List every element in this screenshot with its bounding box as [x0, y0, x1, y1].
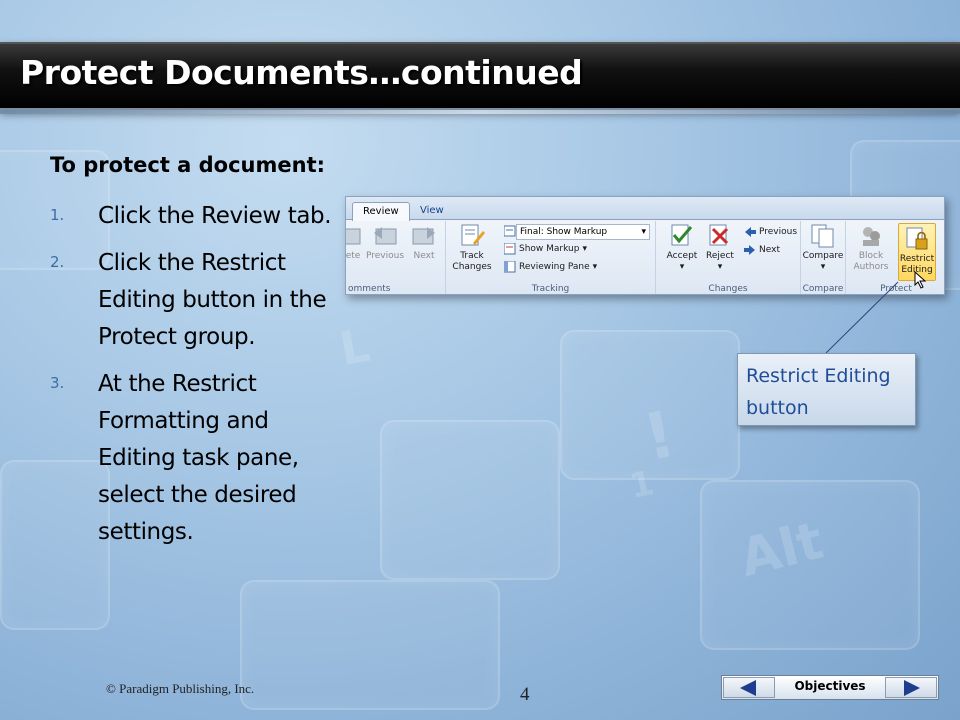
group-label-comments: omments	[348, 284, 391, 294]
step-text: Click the Review tab.	[98, 203, 332, 229]
accept-icon	[669, 223, 695, 249]
delete-comment-label: ete	[345, 251, 361, 261]
restrict-editing-content: Restrict Editing	[895, 226, 939, 276]
reject-icon	[707, 223, 733, 249]
display-for-review-value: Final: Show Markup	[520, 227, 608, 237]
display-for-review-select[interactable]: Final: Show Markup ▾	[516, 224, 650, 240]
compare-button[interactable]: Compare ▾	[801, 223, 845, 273]
step-text: At the Restrict Formatting and Editing t…	[98, 371, 299, 545]
previous-slide-button[interactable]	[723, 677, 775, 698]
reviewing-pane-button[interactable]: Reviewing Pane ▾	[503, 259, 598, 275]
accept-label: Accept	[666, 251, 698, 261]
block-authors-icon	[858, 223, 884, 249]
next-change-label: Next	[759, 245, 780, 255]
chevron-down-icon: ▾	[582, 244, 588, 254]
steps-list: 1. Click the Review tab. 2. Click the Re…	[50, 198, 350, 561]
step-number: 3.	[50, 374, 65, 392]
previous-comment-button[interactable]: Previous	[363, 223, 407, 262]
ribbon-group-changes: Accept ▾ Reject ▾ Previous Next Changes	[656, 221, 801, 294]
ribbon-tab-strip: Review View	[346, 197, 944, 221]
ribbon-group-comments: ete Previous Next omments	[345, 221, 446, 294]
section-heading: To protect a document:	[50, 153, 326, 177]
next-change-button[interactable]: Next	[744, 242, 780, 258]
next-comment-icon	[411, 223, 437, 249]
previous-change-button[interactable]: Previous	[744, 224, 797, 240]
chevron-down-icon: ▾	[641, 227, 646, 237]
group-label-protect: Protect	[880, 284, 912, 294]
group-label-changes: Changes	[708, 284, 748, 294]
lock-icon	[904, 226, 930, 252]
arrow-right-icon	[904, 680, 920, 696]
ribbon-group-compare: Compare ▾ Compare	[801, 221, 846, 294]
track-changes-icon	[459, 223, 485, 249]
slide-navigation: Objectives	[721, 675, 939, 700]
group-label-tracking: Tracking	[531, 284, 570, 294]
mouse-cursor-icon	[914, 271, 927, 289]
show-markup-label: Show Markup	[519, 244, 580, 254]
next-comment-button[interactable]: Next	[402, 223, 446, 262]
slide: ! Alt 1 L Protect Documents…continued To…	[0, 0, 960, 720]
chevron-down-icon: ▾	[592, 262, 598, 272]
show-markup-icon	[503, 242, 516, 255]
title-bar: Protect Documents…continued	[0, 42, 960, 114]
objectives-button[interactable]: Objectives	[778, 677, 882, 698]
show-markup-button[interactable]: Show Markup ▾	[503, 241, 588, 257]
callout-restrict-editing: Restrict Editing button	[737, 353, 916, 426]
track-changes-button[interactable]: Track Changes	[450, 223, 494, 273]
page-number: 4	[520, 684, 530, 705]
track-changes-label: Track Changes	[452, 251, 492, 272]
next-comment-label: Next	[413, 251, 435, 261]
group-label-compare: Compare	[802, 284, 844, 294]
reject-button[interactable]: Reject ▾	[698, 223, 742, 273]
markup-icon-button[interactable]	[503, 223, 516, 239]
reviewing-pane-label: Reviewing Pane	[519, 262, 590, 272]
chevron-down-icon: ▾	[820, 262, 826, 272]
tab-review[interactable]: Review	[352, 202, 410, 221]
copyright-text: © Paradigm Publishing, Inc.	[106, 681, 255, 696]
markup-icon	[503, 225, 516, 237]
step-number: 1.	[50, 206, 65, 224]
next-change-icon	[744, 244, 756, 256]
reviewing-pane-icon	[503, 260, 516, 273]
compare-label: Compare	[802, 251, 844, 261]
reject-label: Reject	[706, 251, 734, 261]
slide-title: Protect Documents…continued	[20, 53, 583, 92]
previous-change-icon	[744, 226, 756, 238]
list-item: 3. At the Restrict Formatting and Editin…	[50, 366, 350, 551]
ribbon-screenshot: Review View ete Previous Next omments Tr…	[345, 196, 945, 295]
tab-view[interactable]: View	[410, 202, 454, 221]
block-authors-label: Block Authors	[853, 251, 889, 272]
list-item: 1. Click the Review tab.	[50, 198, 350, 235]
list-item: 2. Click the Restrict Editing button in …	[50, 245, 350, 356]
previous-comment-label: Previous	[365, 251, 405, 261]
next-slide-button[interactable]	[885, 677, 937, 698]
step-number: 2.	[50, 253, 65, 271]
block-authors-button[interactable]: Block Authors	[849, 223, 893, 273]
step-text: Click the Restrict Editing button in the…	[98, 250, 327, 350]
chevron-down-icon: ▾	[717, 262, 723, 272]
previous-change-label: Previous	[759, 227, 798, 237]
previous-comment-icon	[372, 223, 398, 249]
arrow-left-icon	[740, 680, 756, 696]
compare-icon	[810, 223, 836, 249]
